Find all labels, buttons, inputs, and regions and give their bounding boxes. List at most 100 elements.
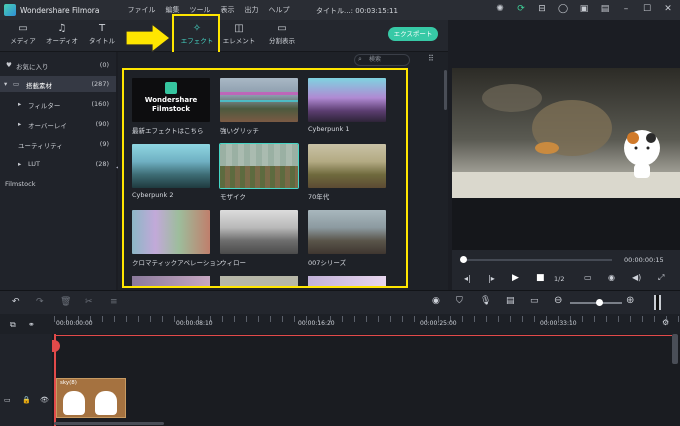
tab-media[interactable]: ▭ メディア xyxy=(8,23,38,45)
lock-icon[interactable]: 🔒 xyxy=(22,396,31,404)
timeline-ruler[interactable]: ⧉ ⚭ 00:00:00:00 00:00:08:10 00:00:16:20 … xyxy=(0,314,680,334)
fullscreen-icon[interactable]: ⤢ xyxy=(658,273,664,283)
sync-icon[interactable]: ⟳ xyxy=(515,3,527,15)
save-icon[interactable]: ▣ xyxy=(578,3,590,15)
pause-indicator-icon xyxy=(654,295,661,310)
sidebar-item-label: Filmstock xyxy=(5,180,36,188)
account-icon[interactable]: ◯ xyxy=(557,3,569,15)
eye-icon[interactable]: 👁 xyxy=(40,396,49,404)
search-input[interactable]: 検索 xyxy=(354,54,410,66)
cut-icon[interactable]: ✂ xyxy=(85,297,93,307)
grid-view-icon[interactable]: ⠿ xyxy=(428,54,434,63)
sidebar-item-filters[interactable]: ▸ フィルター (160) xyxy=(0,96,116,112)
effects-grid-highlight xyxy=(122,68,408,288)
chevron-right-icon: ▸ xyxy=(18,120,22,128)
menu-help[interactable]: ヘルプ xyxy=(268,5,289,15)
play-icon[interactable]: ▶ xyxy=(512,273,519,283)
zoom-slider-handle[interactable] xyxy=(596,299,603,306)
effects-scrollbar[interactable] xyxy=(444,70,447,110)
minimize-icon[interactable]: – xyxy=(620,3,632,15)
zoom-out-icon[interactable]: ⊖ xyxy=(554,295,562,306)
step-back-icon[interactable]: ◂| xyxy=(464,274,471,283)
sidebar-item-overlays[interactable]: ▸ オーバーレイ (90) xyxy=(0,116,116,132)
sidebar-item-utility[interactable]: ユーティリティ (9) xyxy=(0,136,116,152)
menu-export[interactable]: 出力 xyxy=(244,5,258,15)
sidebar-item-count: (160) xyxy=(91,100,109,108)
zoom-in-icon[interactable]: ⊕ xyxy=(626,295,634,306)
delete-icon[interactable]: 🗑 xyxy=(60,297,71,307)
sidebar-item-lut[interactable]: ▸ LUT (28) xyxy=(0,156,116,172)
adjust-icon[interactable]: ≡ xyxy=(110,297,118,307)
tab-split-screen[interactable]: ▭ 分割表示 xyxy=(264,23,300,45)
playback-scrubber[interactable] xyxy=(462,259,612,261)
ruler-tick-label: 00:00:00:00 xyxy=(56,320,93,327)
sidebar-item-label: LUT xyxy=(28,160,41,168)
tab-titles[interactable]: T タイトル xyxy=(88,23,116,45)
current-timecode: 00:00:00:15 xyxy=(624,256,664,264)
tab-split-label: 分割表示 xyxy=(269,37,295,45)
chevron-right-icon: ▸ xyxy=(18,160,22,168)
link-icon[interactable]: ⚭ xyxy=(28,320,35,329)
tab-audio[interactable]: ♫ オーディオ xyxy=(44,23,80,45)
playback-controls: 00:00:00:15 ◂| |▸ ▶ ■ 1/2 ▭ ◉ ◀) ⤢ xyxy=(452,250,680,290)
timeline-toolbar: ↶ ↷ 🗑 ✂ ≡ ◉ ⛉ 🎙 ▤ ▭ ⊖ ⊕ xyxy=(0,290,680,314)
ruler-ticks xyxy=(54,316,680,322)
music-icon: ♫ xyxy=(57,23,67,34)
element-icon: ◫ xyxy=(234,23,244,34)
sidebar-item-favorites[interactable]: ♥ お気に入り (0) xyxy=(0,57,116,73)
tab-titles-label: タイトル xyxy=(89,37,115,45)
title-bar: Wondershare Filmora ファイル 編集 ツール 表示 出力 ヘル… xyxy=(0,0,680,20)
display-settings-icon[interactable]: ▭ xyxy=(584,273,592,282)
notification-icon[interactable]: ▤ xyxy=(599,3,611,15)
sidebar-item-label: 搭載素材 xyxy=(26,82,52,90)
tab-media-label: メディア xyxy=(10,37,36,45)
annotation-arrow-icon xyxy=(125,22,171,54)
stop-icon[interactable]: ■ xyxy=(536,273,545,283)
sidebar-item-builtin[interactable]: ▾ ▭ 搭載素材 (287) xyxy=(0,76,116,92)
lightbulb-icon[interactable]: ✺ xyxy=(494,3,506,15)
sidebar-item-filmstock[interactable]: Filmstock xyxy=(0,176,116,192)
tab-elements-label: エレメント xyxy=(222,37,256,45)
playhead-flag[interactable] xyxy=(52,340,60,352)
menu-view[interactable]: 表示 xyxy=(220,5,234,15)
chevron-down-icon: ▾ xyxy=(4,80,8,88)
sidebar-item-label: フィルター xyxy=(28,102,61,110)
effects-tab-highlight xyxy=(172,14,220,54)
timeline-hscrollbar[interactable] xyxy=(54,422,164,425)
add-track-icon[interactable]: ⧉ xyxy=(10,320,16,330)
snapshot-icon[interactable]: ◉ xyxy=(608,273,615,282)
video-clip[interactable]: sky(8) xyxy=(56,378,126,418)
media-tabs-toolbar: ▭ メディア ♫ オーディオ T タイトル ✧ エフェクト ◫ エレメント ▭ … xyxy=(0,20,448,52)
step-forward-icon[interactable]: |▸ xyxy=(488,274,495,283)
playback-quality-select[interactable]: 1/2 xyxy=(554,275,564,283)
ruler-tick-label: 00:00:08:10 xyxy=(176,320,213,327)
close-icon[interactable]: ✕ xyxy=(662,3,674,15)
subtitle-icon[interactable]: ▭ xyxy=(530,296,539,306)
redo-icon[interactable]: ↷ xyxy=(36,297,44,307)
preview-header xyxy=(448,20,680,68)
playhead-handle[interactable] xyxy=(460,256,467,263)
menu-file[interactable]: ファイル xyxy=(127,5,155,15)
preview-video xyxy=(452,68,680,198)
tab-audio-label: オーディオ xyxy=(45,37,79,45)
filmora-logo xyxy=(4,4,16,16)
marker-icon[interactable]: ⛉ xyxy=(456,296,463,306)
track-headers xyxy=(0,334,52,426)
document-title: タイトル...: 00:03:15:11 xyxy=(316,7,398,15)
maximize-icon[interactable]: ☐ xyxy=(641,3,653,15)
clip-label: sky(8) xyxy=(60,380,77,386)
volume-icon[interactable]: ◀) xyxy=(632,273,641,282)
gear-icon[interactable]: ⚙ xyxy=(662,318,669,327)
sidebar-item-count: (287) xyxy=(91,80,109,88)
audio-mixer-icon[interactable]: ▤ xyxy=(506,296,515,306)
sidebar-item-label: オーバーレイ xyxy=(28,122,67,130)
render-icon[interactable]: ◉ xyxy=(432,296,440,306)
tab-elements[interactable]: ◫ エレメント xyxy=(222,23,256,45)
timeline-tracks: ▭ 🔒 👁 sky(8) xyxy=(0,334,680,426)
timeline-vscrollbar[interactable] xyxy=(672,334,678,364)
text-icon: T xyxy=(98,23,106,34)
undo-icon[interactable]: ↶ xyxy=(12,297,20,307)
export-button[interactable]: エクスポート xyxy=(388,27,438,41)
microphone-icon[interactable]: 🎙 xyxy=(480,296,491,306)
gift-icon[interactable]: ⊟ xyxy=(536,3,548,15)
